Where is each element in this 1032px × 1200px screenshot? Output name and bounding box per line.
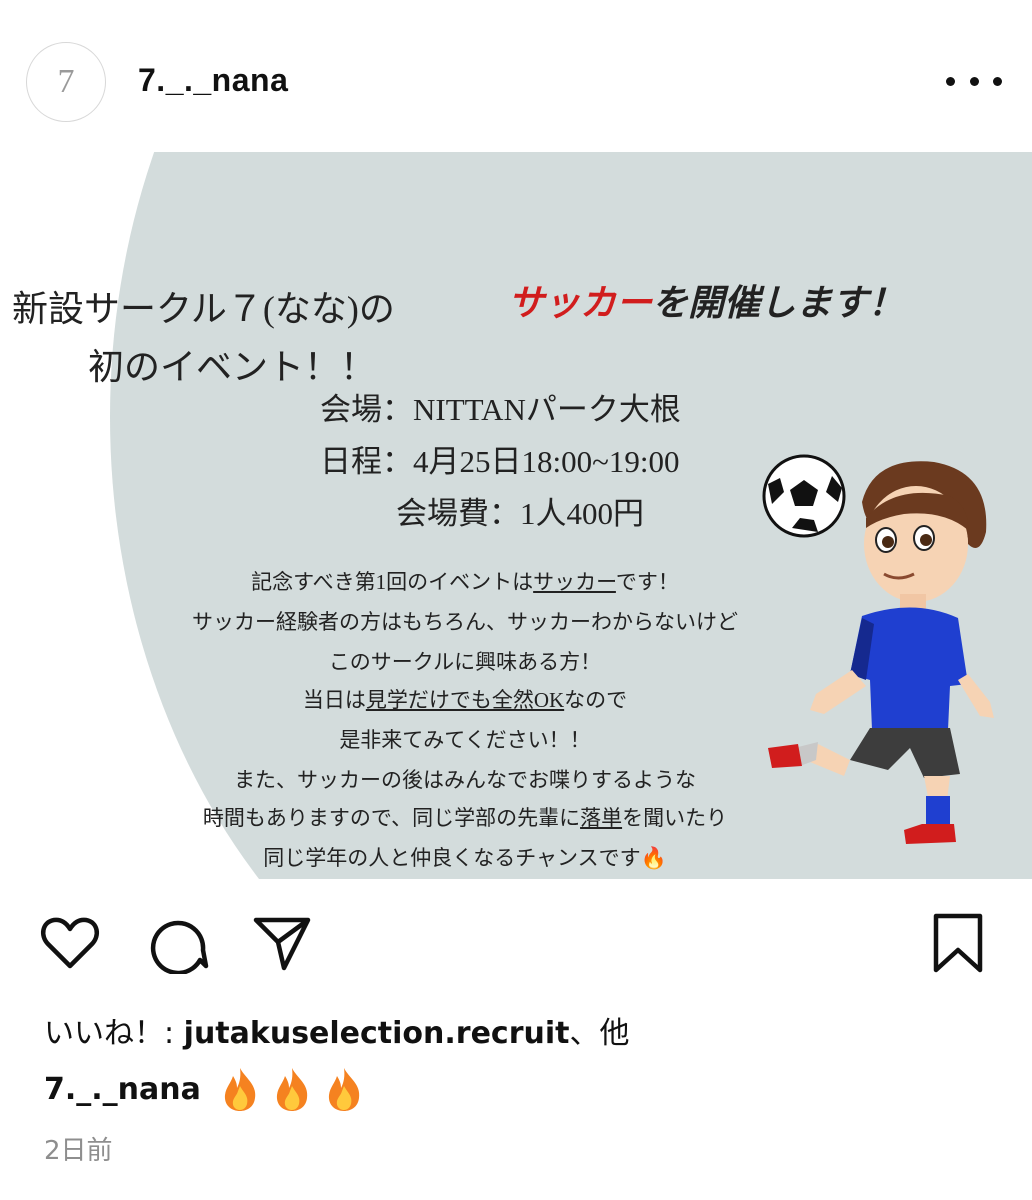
action-bar: [0, 900, 1032, 980]
fee-text: 会場費：1人400円: [396, 496, 644, 531]
schedule-text: 日程：4月25日18:00~19:00: [320, 444, 680, 479]
soccer-ball-icon: [762, 454, 846, 538]
fire-icon: [224, 1068, 256, 1111]
headline: サッカーを開催します！: [508, 274, 904, 326]
liker-username[interactable]: jutakuselection.recruit: [184, 1016, 570, 1051]
post-timestamp: 2日前: [44, 1136, 113, 1166]
headline-rest: を開催します！: [652, 283, 905, 323]
fire-icon: [276, 1068, 308, 1111]
heart-icon[interactable]: [38, 910, 102, 974]
fire-icon: [328, 1068, 360, 1111]
venue-text: 会場：NITTANパーク大根: [320, 392, 681, 427]
post-image[interactable]: 新設サークル７(なな)の 初のイベント！！ サッカーを開催します！ 会場：NIT…: [0, 152, 1032, 879]
more-options-icon[interactable]: [946, 66, 1002, 96]
caption-username[interactable]: 7._._nana: [44, 1072, 201, 1107]
title-line-2: 初のイベント！！: [88, 347, 377, 387]
caption: 7._._nana 🔥🔥🔥: [44, 1066, 375, 1112]
avatar[interactable]: 7: [26, 42, 106, 122]
soccer-player-illustration: [762, 454, 994, 844]
bookmark-icon[interactable]: [926, 910, 990, 974]
post-header: 7 7._._nana: [0, 0, 1032, 152]
likes-summary[interactable]: いいね！: jutakuselection.recruit、他: [44, 1008, 630, 1052]
comment-icon[interactable]: [146, 910, 210, 974]
share-icon[interactable]: [250, 910, 314, 974]
headline-red: サッカー: [508, 283, 653, 323]
title-line-1: 新設サークル７(なな)の: [12, 289, 395, 329]
post-username[interactable]: 7._._nana: [138, 62, 288, 99]
